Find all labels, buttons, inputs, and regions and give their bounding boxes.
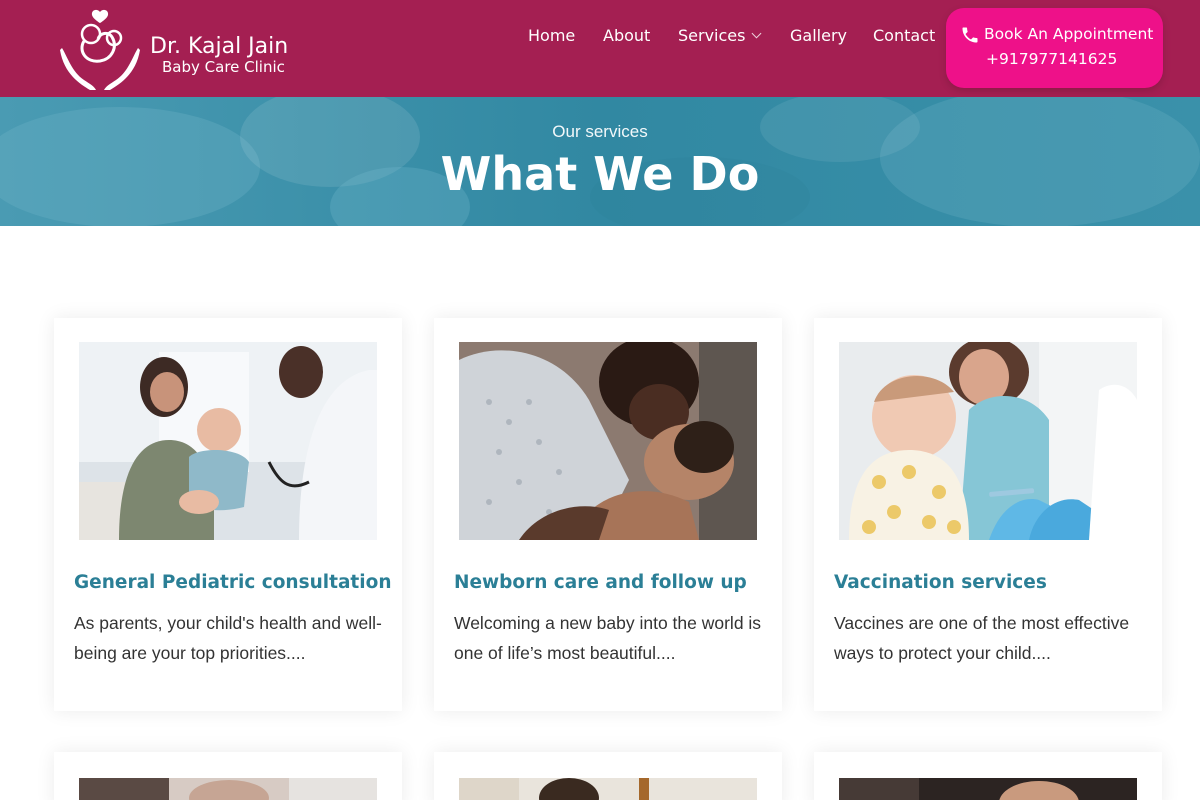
- service-description: As parents, your child's health and well…: [74, 613, 382, 663]
- service-card-row2-2[interactable]: [434, 752, 782, 800]
- service-photo: [79, 778, 377, 800]
- mother-holding-newborn-photo: [459, 342, 757, 540]
- book-appointment-phone: +917977141625: [986, 50, 1118, 68]
- book-appointment-button[interactable]: Book An Appointment +917977141625: [946, 8, 1163, 88]
- service-card-row2-3[interactable]: [814, 752, 1162, 800]
- logo-title: Dr. Kajal Jain: [150, 34, 289, 59]
- service-card-vaccination[interactable]: Vaccination services Vaccines are one of…: [814, 318, 1162, 711]
- service-photo: [839, 778, 1137, 800]
- service-title[interactable]: General Pediatric consultation: [74, 572, 394, 593]
- nav-services-label: Services: [678, 26, 746, 45]
- banner-overline: Our services: [552, 122, 648, 141]
- site-header: Dr. Kajal Jain Baby Care Clinic Home Abo…: [0, 0, 1200, 97]
- book-appointment-label: Book An Appointment: [984, 25, 1154, 43]
- service-card-newborn-care[interactable]: Newborn care and follow up Welcoming a n…: [434, 318, 782, 711]
- nav-contact[interactable]: Contact: [873, 26, 935, 45]
- service-description: Vaccines are one of the most effective w…: [834, 613, 1130, 663]
- service-card-row2-1[interactable]: [54, 752, 402, 800]
- service-title[interactable]: Newborn care and follow up: [454, 572, 774, 593]
- page-title: What We Do: [440, 147, 760, 201]
- service-photo: [459, 778, 757, 800]
- chevron-down-icon: [752, 28, 762, 39]
- page-banner: Our services What We Do: [0, 97, 1200, 226]
- nav-about[interactable]: About: [603, 26, 650, 45]
- nav-home[interactable]: Home: [528, 26, 575, 45]
- logo-subtitle: Baby Care Clinic: [162, 58, 285, 76]
- baby-vaccination-photo: [839, 342, 1137, 540]
- nav-services[interactable]: Services: [678, 26, 762, 45]
- clinic-logo[interactable]: Dr. Kajal Jain Baby Care Clinic: [58, 8, 318, 90]
- mother-baby-doctor-stethoscope-photo: [79, 342, 377, 540]
- service-description: Welcoming a new baby into the world is o…: [454, 613, 762, 663]
- service-card-general-pediatric[interactable]: General Pediatric consultation As parent…: [54, 318, 402, 711]
- baby-hands-logo-icon: [60, 9, 140, 90]
- service-title[interactable]: Vaccination services: [834, 572, 1154, 593]
- nav-gallery[interactable]: Gallery: [790, 26, 847, 45]
- phone-icon: [962, 27, 978, 43]
